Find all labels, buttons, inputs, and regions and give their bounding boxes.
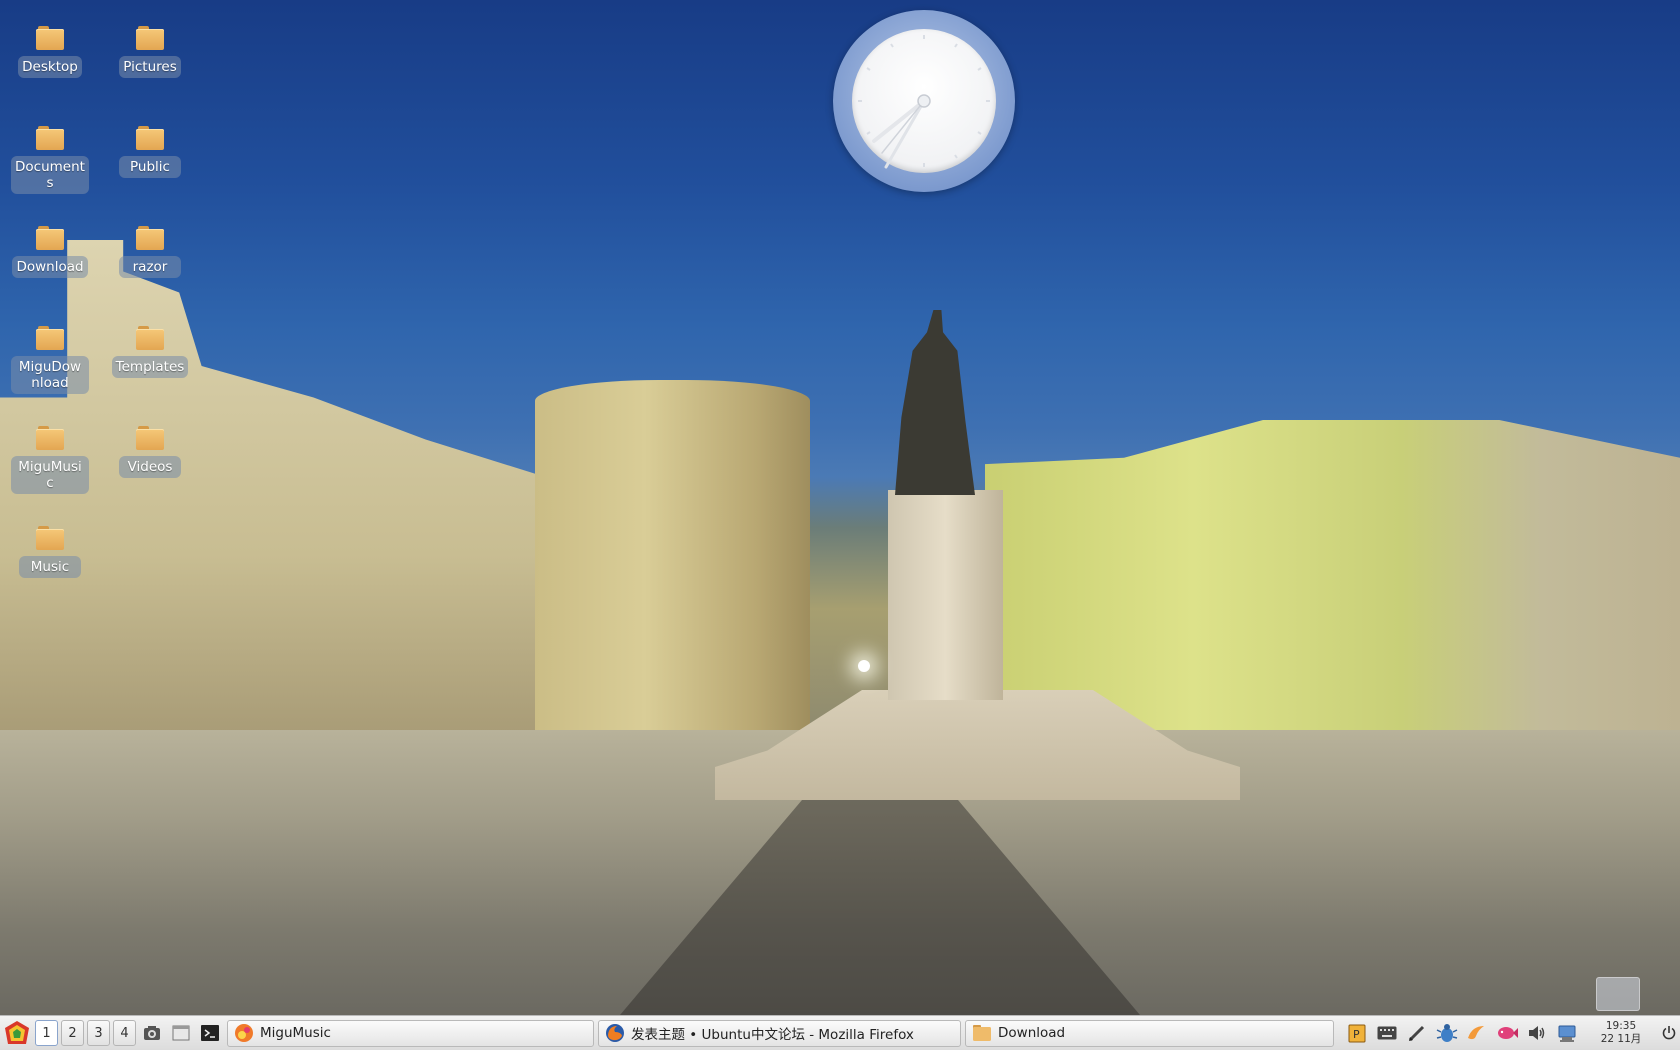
folder-icon xyxy=(36,226,64,250)
bug-icon[interactable] xyxy=(1436,1022,1458,1044)
system-tray: P 19:35 22 11月 xyxy=(1346,1020,1680,1046)
desktop[interactable]: Desktop Documents Download MiguDownload … xyxy=(0,0,1680,1015)
firefox-icon xyxy=(606,1024,624,1042)
svg-text:P: P xyxy=(1353,1028,1360,1041)
start-menu-button[interactable] xyxy=(2,1018,32,1048)
wallpaper-column xyxy=(888,490,1003,700)
desktop-icon-public[interactable]: Public xyxy=(108,126,192,178)
folder-icon xyxy=(36,526,64,550)
folder-icon xyxy=(36,26,64,50)
keyboard-icon[interactable] xyxy=(1376,1022,1398,1044)
desktop-icon-download[interactable]: Download xyxy=(8,226,92,278)
desktop-icon-migumusic[interactable]: MiguMusic xyxy=(8,426,92,494)
razor-logo-icon xyxy=(5,1021,29,1044)
task-migumusic[interactable]: MiguMusic xyxy=(227,1019,594,1047)
fish-icon[interactable] xyxy=(1496,1022,1518,1044)
desktop-icon-label: Templates xyxy=(111,356,189,378)
desktop-icon-razor[interactable]: razor xyxy=(108,226,192,278)
desktop-icon-templates[interactable]: Templates xyxy=(108,326,192,378)
clock-date: 22 11月 xyxy=(1600,1033,1642,1045)
desktop-icon-label: Videos xyxy=(119,456,181,478)
folder-icon xyxy=(136,226,164,250)
wallpaper-statue xyxy=(895,310,975,495)
desktop-icon-videos[interactable]: Videos xyxy=(108,426,192,478)
clock-time: 19:35 xyxy=(1605,1020,1637,1032)
wallpaper-round-tower xyxy=(535,380,810,730)
wallpaper-right-building xyxy=(985,420,1680,735)
task-title: Download xyxy=(998,1025,1066,1041)
desktop-icon-label: Public xyxy=(119,156,181,178)
desktop-icon-label: MiguDownload xyxy=(11,356,89,394)
clock-face xyxy=(852,29,996,173)
migumusic-icon xyxy=(235,1024,253,1042)
desktop-icon-label: Documents xyxy=(11,156,89,194)
desktop-icon-label: Desktop xyxy=(18,56,82,78)
clock-hands xyxy=(858,35,990,169)
network-icon[interactable] xyxy=(1556,1022,1578,1044)
desktop-icon-label: Pictures xyxy=(119,56,181,78)
folder-icon xyxy=(36,326,64,350)
volume-icon[interactable] xyxy=(1526,1022,1548,1044)
desktop-switch-4[interactable]: 4 xyxy=(113,1020,136,1046)
terminal-icon xyxy=(201,1025,219,1041)
show-desktop-launcher[interactable] xyxy=(168,1020,194,1046)
shrimp-icon[interactable] xyxy=(1466,1022,1488,1044)
folder-icon xyxy=(136,126,164,150)
desktop-icon-pictures[interactable]: Pictures xyxy=(108,26,192,78)
desktop-icon-label: razor xyxy=(119,256,181,278)
wallpaper-castle-building xyxy=(0,240,560,765)
screenshot-launcher[interactable] xyxy=(139,1020,165,1046)
wallpaper-lamp xyxy=(858,660,870,672)
taskbar: 1 2 3 4 MiguMusic 发表主题 • Ubuntu中文论坛 - Mo… xyxy=(0,1015,1680,1050)
show-desktop-button[interactable] xyxy=(1596,977,1640,1011)
desktop-switch-1[interactable]: 1 xyxy=(35,1020,58,1046)
folder-icon xyxy=(36,426,64,450)
desktop-icon-documents[interactable]: Documents xyxy=(8,126,92,194)
desktop-icon-label: Music xyxy=(19,556,81,578)
task-title: MiguMusic xyxy=(260,1025,331,1041)
camera-icon xyxy=(144,1026,160,1040)
folder-icon xyxy=(136,26,164,50)
power-icon[interactable] xyxy=(1658,1022,1680,1044)
desktop-icon-music[interactable]: Music xyxy=(8,526,92,578)
folder-icon xyxy=(973,1025,991,1041)
terminal-launcher[interactable] xyxy=(197,1020,223,1046)
task-download-folder[interactable]: Download xyxy=(965,1019,1334,1047)
desktop-switch-2[interactable]: 2 xyxy=(61,1020,84,1046)
desktop-icon-label: Download xyxy=(12,256,88,278)
task-title: 发表主题 • Ubuntu中文论坛 - Mozilla Firefox xyxy=(631,1027,914,1043)
desktop-icon-migudownload[interactable]: MiguDownload xyxy=(8,326,92,394)
task-firefox[interactable]: 发表主题 • Ubuntu中文论坛 - Mozilla Firefox xyxy=(598,1019,961,1047)
desktop-switch-3[interactable]: 3 xyxy=(87,1020,110,1046)
pen-icon[interactable] xyxy=(1406,1022,1428,1044)
desktop-icon-desktop[interactable]: Desktop xyxy=(8,26,92,78)
clock-widget[interactable] xyxy=(833,10,1015,192)
desktop-icon xyxy=(172,1025,190,1041)
folder-icon xyxy=(136,426,164,450)
clipboard-icon[interactable]: P xyxy=(1346,1022,1368,1044)
folder-icon xyxy=(36,126,64,150)
taskbar-clock[interactable]: 19:35 22 11月 xyxy=(1592,1020,1650,1046)
folder-icon xyxy=(136,326,164,350)
desktop-icon-label: MiguMusic xyxy=(11,456,89,494)
